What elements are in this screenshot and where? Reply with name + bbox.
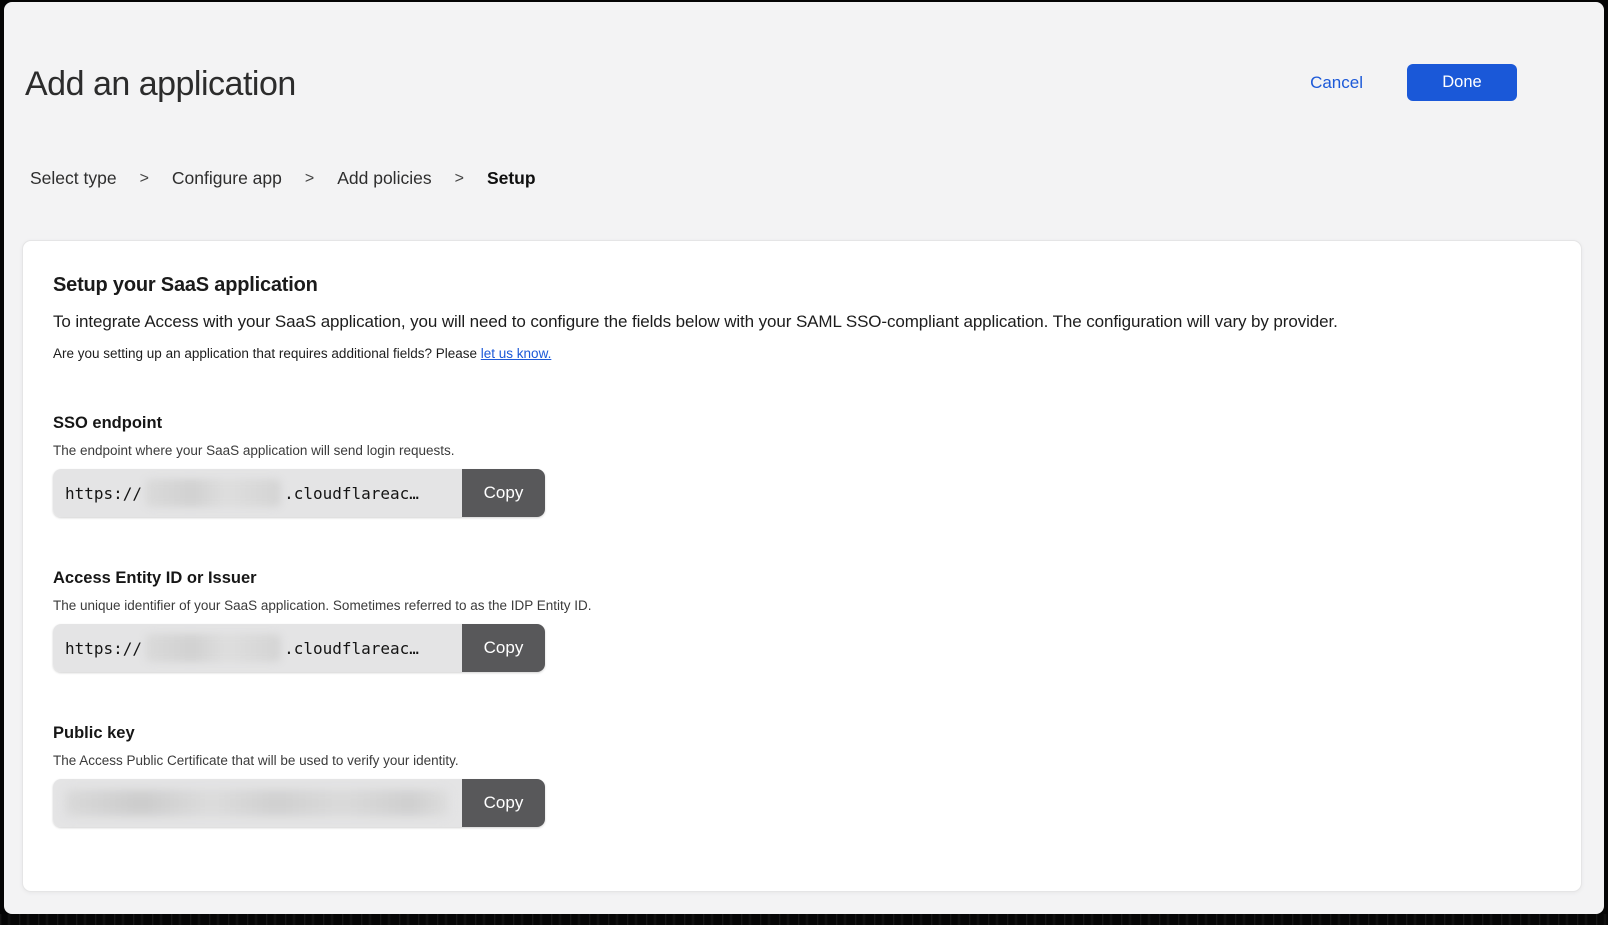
copy-field-row: Copy [53, 779, 545, 827]
field-public-key: Public key The Access Public Certificate… [53, 724, 1551, 827]
cancel-button[interactable]: Cancel [1310, 73, 1363, 93]
breadcrumb-separator: > [305, 170, 314, 188]
field-label: SSO endpoint [53, 414, 1551, 433]
breadcrumb-separator: > [455, 170, 464, 188]
value-suffix: .cloudflareac… [284, 639, 419, 658]
value-prefix: https:// [65, 639, 142, 658]
breadcrumb-step-setup-current: Setup [487, 168, 536, 189]
let-us-know-link[interactable]: let us know. [481, 346, 552, 361]
breadcrumb-step-select-type[interactable]: Select type [30, 168, 117, 189]
field-sso-endpoint: SSO endpoint The endpoint where your Saa… [53, 414, 1551, 517]
field-access-entity-id: Access Entity ID or Issuer The unique id… [53, 569, 1551, 672]
redacted-taskbar-strip [0, 914, 1608, 925]
intro-text: To integrate Access with your SaaS appli… [53, 312, 1551, 332]
breadcrumb-step-add-policies[interactable]: Add policies [337, 168, 431, 189]
redacted-segment [145, 634, 281, 662]
breadcrumb-step-configure-app[interactable]: Configure app [172, 168, 282, 189]
screenshot-root: { "window": { "title": "Add an applicati… [0, 0, 1608, 925]
breadcrumb-separator: > [140, 170, 149, 188]
redacted-segment [145, 479, 281, 507]
field-label: Access Entity ID or Issuer [53, 569, 1551, 588]
card-heading: Setup your SaaS application [53, 274, 1551, 297]
header-actions: Cancel Done [1310, 64, 1517, 101]
value-prefix: https:// [65, 484, 142, 503]
copy-field-row: https:// .cloudflareac… Copy [53, 469, 545, 517]
sso-endpoint-value-box[interactable]: https:// .cloudflareac… [53, 469, 462, 517]
note-prefix: Are you setting up an application that r… [53, 346, 481, 361]
copy-button-sso-endpoint[interactable]: Copy [462, 469, 545, 517]
field-description: The endpoint where your SaaS application… [53, 443, 1551, 458]
field-description: The unique identifier of your SaaS appli… [53, 598, 1551, 613]
breadcrumb: Select type > Configure app > Add polici… [30, 168, 536, 189]
redacted-value [65, 790, 449, 816]
page-title: Add an application [25, 65, 296, 104]
copy-button-entity-id[interactable]: Copy [462, 624, 545, 672]
copy-field-row: https:// .cloudflareac… Copy [53, 624, 545, 672]
app-window: Add an application Cancel Done Select ty… [4, 2, 1604, 914]
field-description: The Access Public Certificate that will … [53, 753, 1551, 768]
value-suffix: .cloudflareac… [284, 484, 419, 503]
note-text: Are you setting up an application that r… [53, 346, 1551, 361]
field-label: Public key [53, 724, 1551, 743]
public-key-value-box[interactable] [53, 779, 462, 827]
done-button[interactable]: Done [1407, 64, 1517, 101]
copy-button-public-key[interactable]: Copy [462, 779, 545, 827]
entity-id-value-box[interactable]: https:// .cloudflareac… [53, 624, 462, 672]
setup-card: Setup your SaaS application To integrate… [22, 240, 1582, 892]
